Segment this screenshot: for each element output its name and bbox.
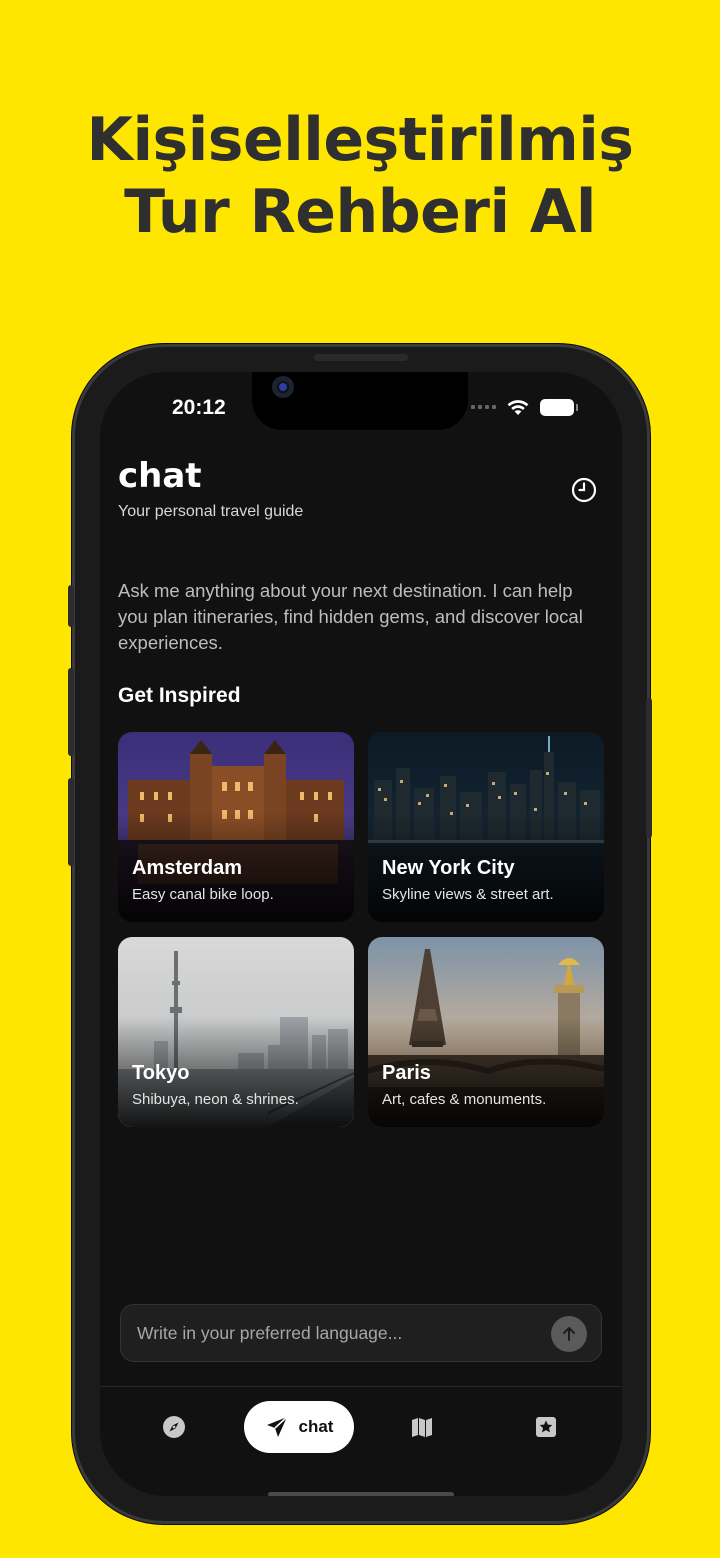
battery-icon	[540, 398, 578, 416]
tab-chat[interactable]: chat	[244, 1401, 354, 1453]
power-button	[646, 698, 652, 838]
card-description: Skyline views & street art.	[382, 886, 554, 903]
tab-chat-label: chat	[298, 1417, 334, 1436]
chat-composer	[120, 1304, 602, 1362]
status-indicators	[471, 398, 578, 416]
card-description: Easy canal bike loop.	[132, 886, 274, 903]
send-button[interactable]	[551, 1316, 587, 1352]
destination-card-amsterdam[interactable]: Amsterdam Easy canal bike loop.	[118, 732, 354, 922]
tab-explore[interactable]	[158, 1411, 190, 1443]
earpiece-speaker	[314, 354, 408, 361]
volume-down-button	[68, 778, 74, 866]
destination-card-paris[interactable]: Paris Art, cafes & monuments.	[368, 937, 604, 1127]
card-description: Art, cafes & monuments.	[382, 1091, 547, 1108]
headline-line-1: Kişiselleştirilmiş	[86, 105, 634, 175]
card-title: New York City	[382, 857, 515, 879]
mute-switch	[68, 585, 74, 627]
card-title: Paris	[382, 1062, 431, 1084]
destination-card-new-york-city[interactable]: New York City Skyline views & street art…	[368, 732, 604, 922]
home-indicator	[268, 1492, 454, 1496]
arrow-up-icon	[563, 1327, 575, 1341]
tab-bar: chat	[100, 1386, 622, 1496]
destination-card-tokyo[interactable]: Tokyo Shibuya, neon & shrines.	[118, 937, 354, 1127]
star-badge-icon	[536, 1417, 556, 1437]
map-icon	[412, 1418, 432, 1437]
phone-screen: 20:12 chat Your personal travel guide As…	[100, 372, 622, 1496]
card-title: Amsterdam	[132, 857, 243, 879]
headline-line-2: Tur Rehberi Al	[124, 177, 596, 247]
card-description: Shibuya, neon & shrines.	[132, 1091, 299, 1108]
front-camera	[272, 376, 294, 398]
tab-favorites[interactable]	[530, 1411, 562, 1443]
page-title: chat	[118, 456, 202, 496]
page-subtitle: Your personal travel guide	[118, 503, 304, 520]
volume-up-button	[68, 668, 74, 756]
clock-icon[interactable]	[570, 476, 598, 504]
message-input[interactable]	[137, 1305, 537, 1361]
tab-map[interactable]	[406, 1411, 438, 1443]
compass-icon	[163, 1416, 185, 1438]
wifi-icon	[507, 400, 529, 415]
promo-headline: Kişiselleştirilmiş Tur Rehberi Al	[0, 104, 720, 248]
status-time: 20:12	[172, 396, 226, 419]
intro-text: Ask me anything about your next destinat…	[118, 580, 583, 653]
section-title: Get Inspired	[118, 684, 241, 707]
paper-plane-icon	[266, 1416, 288, 1437]
card-title: Tokyo	[132, 1062, 190, 1084]
cellular-signal-icon	[471, 405, 496, 409]
